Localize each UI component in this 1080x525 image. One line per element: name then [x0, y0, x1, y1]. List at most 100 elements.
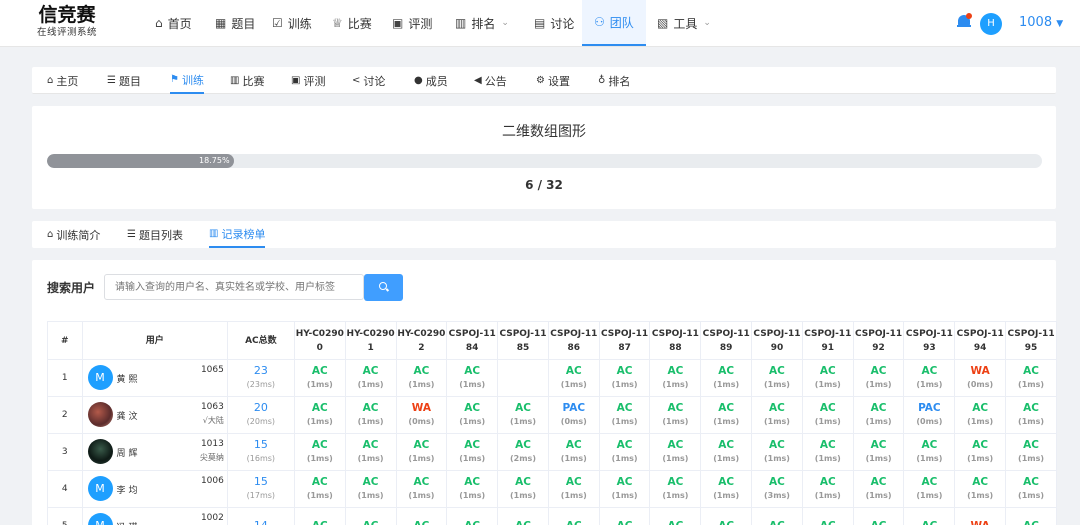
- result-cell[interactable]: AC (1ms): [547, 359, 600, 397]
- problem-header[interactable]: CSPOJ-11 93: [903, 321, 956, 360]
- result-cell[interactable]: WA: [954, 507, 1007, 525]
- problem-header[interactable]: HY-C0290 2: [395, 321, 448, 360]
- user-cell[interactable]: M 冯琪 1002: [81, 507, 228, 525]
- nav-item-3[interactable]: ♕ 比赛: [320, 0, 384, 46]
- result-cell[interactable]: AC (1ms): [700, 359, 753, 397]
- result-cell[interactable]: AC (1ms): [344, 359, 397, 397]
- search-button[interactable]: [364, 274, 403, 301]
- result-cell[interactable]: AC (1ms): [649, 470, 702, 508]
- result-cell[interactable]: AC (1ms): [903, 433, 956, 471]
- result-cell[interactable]: AC (1ms): [598, 433, 651, 471]
- problem-header[interactable]: CSPOJ-11 85: [497, 321, 549, 360]
- result-cell[interactable]: AC (1ms): [497, 396, 549, 434]
- nav-item-2[interactable]: ☑ 训练: [260, 0, 324, 46]
- sub-tab-2[interactable]: ▥ 记录榜单: [209, 221, 266, 248]
- result-cell[interactable]: AC: [497, 507, 549, 525]
- result-cell[interactable]: WA (0ms): [395, 396, 448, 434]
- problem-header[interactable]: CSPOJ-11 90: [751, 321, 803, 360]
- result-cell[interactable]: AC (1ms): [852, 470, 905, 508]
- team-tab-1[interactable]: ☰ 题目: [107, 67, 141, 94]
- result-cell[interactable]: AC (2ms): [497, 433, 549, 471]
- result-cell[interactable]: AC (1ms): [954, 433, 1007, 471]
- result-cell[interactable]: AC (1ms): [801, 396, 854, 434]
- result-cell[interactable]: WA (0ms): [954, 359, 1007, 397]
- problem-header[interactable]: HY-C0290 0: [293, 321, 346, 360]
- result-cell[interactable]: AC (1ms): [852, 359, 905, 397]
- result-cell[interactable]: AC (1ms): [1005, 396, 1057, 434]
- sub-tab-0[interactable]: ⌂ 训练简介: [47, 221, 100, 248]
- result-cell[interactable]: PAC (0ms): [903, 396, 956, 434]
- result-cell[interactable]: AC (1ms): [700, 396, 753, 434]
- nav-item-6[interactable]: ▤ 讨论: [522, 0, 586, 46]
- nav-item-0[interactable]: ⌂ 首页: [143, 0, 204, 46]
- result-cell[interactable]: AC: [700, 507, 753, 525]
- user-avatar[interactable]: H: [980, 13, 1002, 35]
- result-cell[interactable]: AC (1ms): [1005, 359, 1057, 397]
- result-cell[interactable]: AC (1ms): [751, 359, 803, 397]
- problem-header[interactable]: CSPOJ-11 94: [954, 321, 1007, 360]
- result-cell[interactable]: AC (1ms): [598, 470, 651, 508]
- result-cell[interactable]: AC (1ms): [446, 359, 499, 397]
- result-cell[interactable]: AC (1ms): [903, 470, 956, 508]
- team-tab-2[interactable]: ⚑ 训练: [170, 67, 204, 94]
- problem-header[interactable]: CSPOJ-11 89: [700, 321, 753, 360]
- result-cell[interactable]: AC (1ms): [446, 433, 499, 471]
- result-cell[interactable]: AC (1ms): [649, 359, 702, 397]
- problem-header[interactable]: CSPOJ-11 92: [852, 321, 905, 360]
- team-tab-4[interactable]: ▣ 评测: [291, 67, 325, 94]
- nav-item-1[interactable]: ▦ 题目: [203, 0, 267, 46]
- team-tab-9[interactable]: ♁ 排名: [598, 67, 630, 94]
- result-cell[interactable]: AC (1ms): [446, 470, 499, 508]
- result-cell[interactable]: AC (1ms): [344, 396, 397, 434]
- result-cell[interactable]: AC (1ms): [700, 470, 753, 508]
- result-cell[interactable]: AC: [344, 507, 397, 525]
- user-cell[interactable]: 龚汶 1063 √大陆: [81, 396, 228, 434]
- result-cell[interactable]: AC (1ms): [1005, 433, 1057, 471]
- result-cell[interactable]: [497, 359, 549, 397]
- notification-bell-icon[interactable]: [957, 13, 972, 30]
- problem-header[interactable]: CSPOJ-11 86: [547, 321, 600, 360]
- result-cell[interactable]: AC (1ms): [700, 433, 753, 471]
- result-cell[interactable]: AC (1ms): [1005, 470, 1057, 508]
- result-cell[interactable]: AC (1ms): [801, 470, 854, 508]
- problem-header[interactable]: CSPOJ-11 84: [446, 321, 499, 360]
- result-cell[interactable]: AC (1ms): [395, 433, 448, 471]
- result-cell[interactable]: AC (1ms): [852, 433, 905, 471]
- team-tab-8[interactable]: ⚙ 设置: [536, 67, 570, 94]
- user-cell[interactable]: M 黄熙 1065: [81, 359, 228, 397]
- result-cell[interactable]: AC: [751, 507, 803, 525]
- team-tab-6[interactable]: ● 成员: [414, 67, 448, 94]
- result-cell[interactable]: AC: [649, 507, 702, 525]
- result-cell[interactable]: AC: [547, 507, 600, 525]
- problem-header[interactable]: CSPOJ-11 87: [598, 321, 651, 360]
- search-input[interactable]: [104, 274, 364, 300]
- user-cell[interactable]: M 李均 1006: [81, 470, 228, 508]
- result-cell[interactable]: AC (1ms): [446, 396, 499, 434]
- result-cell[interactable]: AC (1ms): [395, 470, 448, 508]
- result-cell[interactable]: AC (1ms): [852, 396, 905, 434]
- result-cell[interactable]: AC: [395, 507, 448, 525]
- result-cell[interactable]: AC: [903, 507, 956, 525]
- team-tab-5[interactable]: < 讨论: [352, 67, 385, 94]
- problem-header[interactable]: HY-C0290 1: [344, 321, 397, 360]
- result-cell[interactable]: AC (1ms): [751, 433, 803, 471]
- result-cell[interactable]: AC (1ms): [751, 396, 803, 434]
- result-cell[interactable]: AC (1ms): [954, 396, 1007, 434]
- team-tab-0[interactable]: ⌂ 主页: [47, 67, 78, 94]
- result-cell[interactable]: AC (1ms): [395, 359, 448, 397]
- result-cell[interactable]: AC: [1005, 507, 1057, 525]
- result-cell[interactable]: AC (1ms): [598, 396, 651, 434]
- result-cell[interactable]: AC (1ms): [344, 470, 397, 508]
- result-cell[interactable]: AC: [446, 507, 499, 525]
- problem-header[interactable]: CSPOJ-11 91: [801, 321, 854, 360]
- result-cell[interactable]: AC (1ms): [293, 359, 346, 397]
- nav-item-8[interactable]: ▧ 工具 ⌄: [645, 0, 723, 46]
- result-cell[interactable]: AC (1ms): [547, 433, 600, 471]
- user-cell[interactable]: 周辉 1013 尖莫纳: [81, 433, 228, 471]
- result-cell[interactable]: AC: [293, 507, 346, 525]
- result-cell[interactable]: AC (1ms): [801, 359, 854, 397]
- result-cell[interactable]: AC (1ms): [903, 359, 956, 397]
- team-tab-7[interactable]: ◀ 公告: [474, 67, 507, 94]
- problem-header[interactable]: CSPOJ-11 88: [649, 321, 702, 360]
- team-tab-3[interactable]: ▥ 比赛: [230, 67, 264, 94]
